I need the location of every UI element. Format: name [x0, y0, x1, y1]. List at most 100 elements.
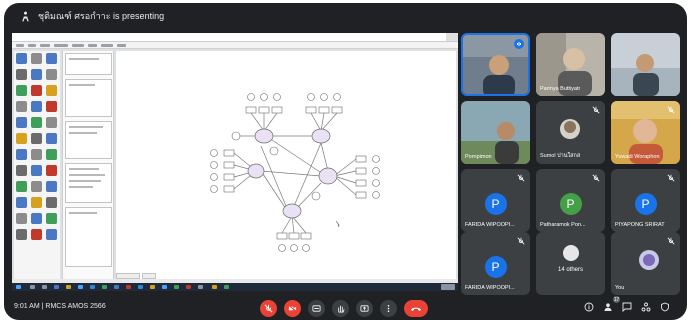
mic-off-icon [517, 237, 525, 245]
taskbar-icon[interactable] [102, 285, 107, 289]
info-icon [584, 302, 594, 312]
others-count: 14 others [557, 267, 584, 273]
participant-tile[interactable]: P Patharamok Pon... [536, 169, 605, 232]
windows-start-icon[interactable] [16, 285, 21, 289]
participant-tile[interactable]: P FARIDA WIPOOPI... [461, 232, 530, 295]
present-now-button[interactable] [356, 300, 373, 317]
panel-box [65, 121, 112, 159]
mic-off-icon [667, 106, 675, 114]
amos-toolbox [14, 51, 60, 279]
chat-button[interactable] [620, 300, 634, 314]
meeting-info: 9:01 AM | RMCS AMOS 2566 [14, 303, 106, 310]
participant-video [611, 33, 680, 96]
taskbar-icon[interactable] [174, 285, 179, 289]
mic-off-icon [592, 106, 600, 114]
menu-mark [28, 44, 36, 47]
others-tile[interactable]: 14 others [536, 232, 605, 295]
tool-icon [16, 229, 27, 240]
menu-mark [117, 44, 126, 47]
present-icon [360, 305, 369, 312]
tool-icon [31, 181, 42, 192]
path-diagram-canvas[interactable] [116, 51, 456, 279]
participant-tile[interactable]: Pornpimon [461, 101, 530, 164]
panel-line [69, 58, 99, 60]
menu-mark [72, 44, 84, 47]
taskbar-clock [441, 284, 455, 290]
raise-hand-button[interactable] [332, 300, 349, 317]
raise-hand-icon [338, 305, 345, 313]
participant-name: FARIDA WIPOOPI... [465, 285, 515, 291]
mic-off-icon [667, 237, 675, 245]
taskbar-icon[interactable] [114, 285, 119, 289]
tool-icon [46, 101, 57, 112]
tool-icon [46, 149, 57, 160]
menu-mark [54, 44, 68, 47]
presenting-label: ชุติมณฑ์ ศรอกำาะ is presenting [38, 11, 165, 21]
activities-button[interactable] [639, 300, 653, 314]
taskbar-icon[interactable] [224, 285, 229, 289]
tool-icon [16, 197, 27, 208]
participant-name: Pornpimon [465, 154, 492, 160]
leave-call-button[interactable] [404, 300, 428, 317]
tool-icon [46, 133, 57, 144]
amos-side-panels [62, 51, 114, 279]
participant-tile[interactable]: Sumol ปานใสกส [536, 101, 605, 164]
participant-name: FARIDA WIPOOPI... [465, 222, 515, 228]
participant-tile[interactable]: Yuwadi Woraphon [611, 101, 680, 164]
taskbar-icon[interactable] [54, 285, 59, 289]
participant-tile[interactable] [461, 33, 530, 96]
menu-mark [88, 44, 97, 47]
participant-name: Patharamok Pon... [540, 222, 586, 228]
taskbar-icon[interactable] [126, 285, 131, 289]
participant-tile[interactable]: P FARIDA WIPOOPI... [461, 169, 530, 232]
speaking-indicator-icon [514, 39, 524, 49]
camera-off-icon [288, 304, 297, 313]
meeting-time: 9:01 AM [14, 303, 40, 310]
panel-box [65, 79, 112, 117]
tool-icon [46, 229, 57, 240]
panel-line [69, 84, 95, 86]
taskbar-icon[interactable] [150, 285, 155, 289]
taskbar-icon[interactable] [212, 285, 217, 289]
participants-count-badge: 17 [613, 296, 620, 303]
taskbar-icon[interactable] [66, 285, 71, 289]
more-options-button[interactable] [380, 300, 397, 317]
participant-tile[interactable]: P PIYAPONG SRIRAT [611, 169, 680, 232]
participant-avatar: P [634, 193, 657, 215]
sem-path-diagram [210, 93, 380, 252]
mic-off-icon [517, 174, 525, 182]
panel-line [69, 174, 105, 176]
panel-line [69, 132, 97, 134]
tool-icon [46, 53, 57, 64]
taskbar-icon[interactable] [162, 285, 167, 289]
amos-title-bar [12, 33, 458, 42]
taskbar-icon[interactable] [198, 285, 203, 289]
meeting-controls-bar: 9:01 AM | RMCS AMOS 2566 17 [4, 295, 687, 320]
tool-icon [46, 117, 57, 128]
activities-icon [641, 302, 651, 312]
taskbar-icon[interactable] [90, 285, 95, 289]
presenter-banner: ชุติมณฑ์ ศรอกำาะ is presenting [4, 3, 687, 29]
menu-mark [40, 44, 50, 47]
taskbar-icon[interactable] [138, 285, 143, 289]
microphone-button[interactable] [260, 300, 277, 317]
meeting-details-button[interactable] [582, 300, 596, 314]
camera-button[interactable] [284, 300, 301, 317]
taskbar-icon[interactable] [42, 285, 47, 289]
panel-line [69, 186, 93, 188]
people-button[interactable]: 17 [601, 296, 620, 314]
taskbar-icon[interactable] [78, 285, 83, 289]
host-controls-button[interactable] [658, 300, 672, 314]
participant-tile[interactable] [611, 33, 680, 96]
panel-line [69, 168, 99, 170]
tool-icon [46, 197, 57, 208]
tool-icon [46, 181, 57, 192]
taskbar-icon[interactable] [30, 285, 35, 289]
participant-tile[interactable]: Parinya Buttiyatr [536, 33, 605, 96]
tool-icon [16, 53, 27, 64]
taskbar-icon[interactable] [186, 285, 191, 289]
tool-icon [16, 213, 27, 224]
present-screen-icon [16, 7, 34, 25]
captions-button[interactable] [308, 300, 325, 317]
self-tile[interactable]: You [611, 232, 680, 295]
